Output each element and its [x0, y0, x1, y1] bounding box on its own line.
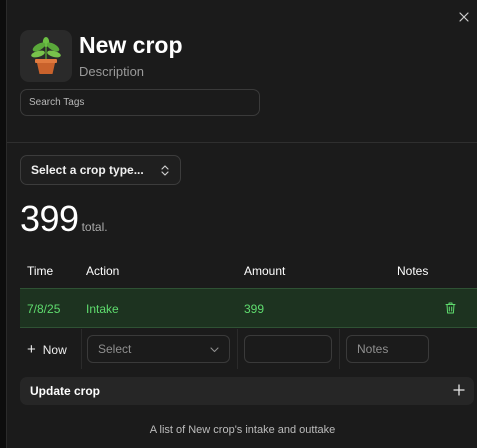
row-amount: 399 — [244, 302, 265, 316]
crop-description[interactable]: Description — [79, 64, 183, 79]
column-header-action: Action — [86, 264, 120, 278]
column-header-notes: Notes — [397, 264, 429, 278]
crop-panel: New crop Description Select a crop type.… — [6, 0, 477, 448]
new-entry-row: + Now Select Notes — [20, 329, 477, 369]
table-row[interactable]: 7/8/25 Intake 399 — [20, 288, 477, 328]
potted-plant-icon — [31, 37, 61, 74]
chevron-down-icon — [210, 347, 219, 353]
crop-type-select[interactable]: Select a crop type... — [20, 155, 181, 185]
action-select-placeholder: Select — [98, 342, 132, 356]
trash-icon[interactable] — [445, 302, 456, 314]
close-button[interactable] — [457, 10, 471, 24]
crop-avatar[interactable] — [20, 30, 72, 82]
table-header: Time Action Amount Notes — [20, 258, 477, 284]
crop-header: New crop Description — [20, 30, 183, 82]
notes-input[interactable]: Notes — [346, 335, 429, 363]
section-divider — [7, 142, 477, 143]
total-value: 399 — [20, 198, 79, 239]
column-separator — [81, 329, 82, 369]
chevron-up-down-icon — [161, 165, 169, 176]
crop-type-select-label: Select a crop type... — [31, 163, 144, 177]
now-button-label: Now — [42, 343, 67, 357]
plus-icon — [453, 384, 465, 396]
amount-input[interactable] — [244, 335, 332, 363]
total-label: total. — [81, 220, 108, 234]
close-icon — [459, 12, 469, 22]
notes-input-placeholder: Notes — [357, 342, 389, 356]
column-header-time: Time — [27, 264, 54, 278]
update-crop-label: Update crop — [30, 384, 101, 398]
action-select[interactable]: Select — [87, 335, 230, 363]
column-separator — [237, 329, 238, 369]
row-time: 7/8/25 — [27, 302, 61, 316]
column-header-amount: Amount — [244, 264, 286, 278]
total-summary: 399 total. — [20, 198, 108, 240]
plus-icon: + — [27, 341, 36, 358]
update-crop-button[interactable]: Update crop — [20, 377, 474, 405]
row-action: Intake — [86, 302, 119, 316]
column-separator — [339, 329, 340, 369]
crop-title[interactable]: New crop — [79, 31, 183, 59]
now-button[interactable]: + Now — [27, 341, 67, 358]
search-tags-input[interactable] — [20, 89, 260, 116]
table-caption: A list of New crop's intake and outtake — [149, 424, 336, 436]
